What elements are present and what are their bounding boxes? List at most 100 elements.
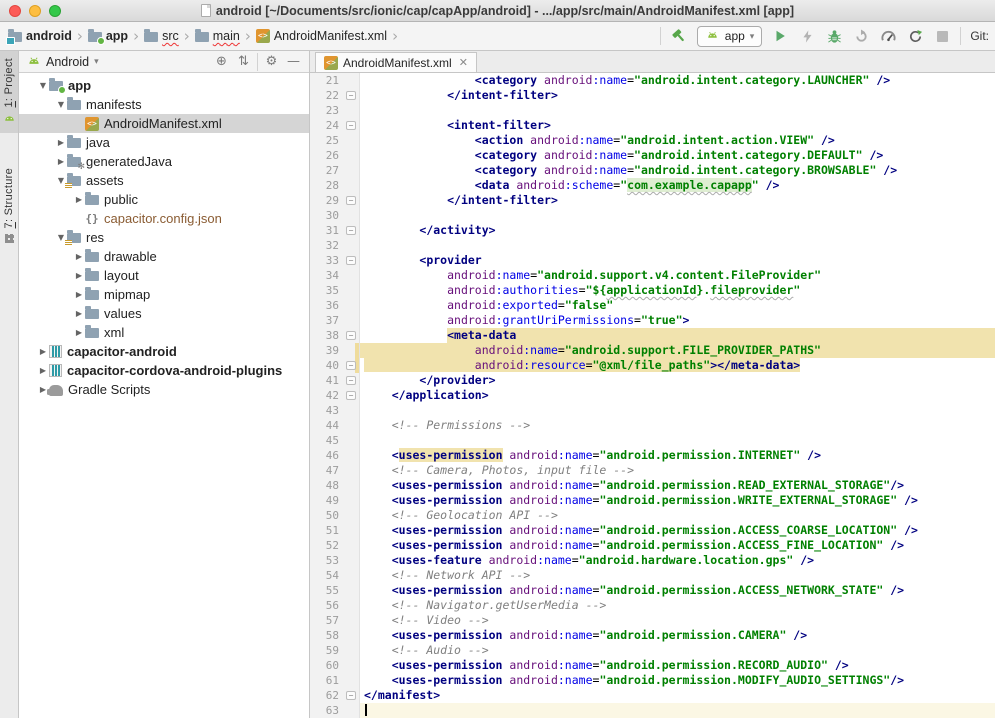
code-text[interactable]: <!-- Navigator.getUserMedia --> (360, 598, 995, 613)
code-line-52[interactable]: 52 <uses-permission android:name="androi… (310, 538, 995, 553)
code-text[interactable]: </provider> (360, 373, 995, 388)
tree-item-manifests[interactable]: ▼manifests (19, 95, 309, 114)
code-line-34[interactable]: 34 android:name="android.support.v4.cont… (310, 268, 995, 283)
code-text[interactable]: <!-- Audio --> (360, 643, 995, 658)
expand-arrow-icon[interactable]: ▶ (73, 309, 85, 318)
fold-marker-icon[interactable]: − (346, 391, 356, 400)
code-text[interactable] (360, 103, 995, 118)
editor-tab-androidmanifest[interactable]: <> AndroidManifest.xml ✕ (315, 52, 477, 72)
code-line-35[interactable]: 35 android:authorities="${applicationId}… (310, 283, 995, 298)
code-line-23[interactable]: 23 (310, 103, 995, 118)
close-button[interactable] (9, 5, 21, 17)
code-text[interactable]: android:exported="false" (360, 298, 995, 313)
code-text[interactable]: android:name="android.support.v4.content… (360, 268, 995, 283)
run-configuration-select[interactable]: app ▾ (697, 26, 763, 47)
expand-arrow-icon[interactable]: ▶ (73, 271, 85, 280)
tree-item-assets[interactable]: ▼assets (19, 171, 309, 190)
project-view-selector[interactable]: Android (46, 55, 89, 69)
code-line-61[interactable]: 61 <uses-permission android:name="androi… (310, 673, 995, 688)
fold-marker-icon[interactable]: − (346, 91, 356, 100)
code-line-58[interactable]: 58 <uses-permission android:name="androi… (310, 628, 995, 643)
code-line-38[interactable]: 38− <meta-data (310, 328, 995, 343)
code-text[interactable]: <!-- Geolocation API --> (360, 508, 995, 523)
tree-item-app[interactable]: ▼app (19, 76, 309, 95)
close-tab-icon[interactable]: ✕ (459, 56, 468, 69)
code-text[interactable] (360, 703, 995, 718)
code-text[interactable]: </intent-filter> (360, 193, 995, 208)
expand-arrow-icon[interactable]: ▶ (73, 195, 85, 204)
profiler-gauge-icon[interactable] (879, 27, 897, 45)
breadcrumb-src[interactable]: src (142, 29, 181, 43)
code-text[interactable]: <uses-feature android:name="android.hard… (360, 553, 995, 568)
tree-item-capacitor-config-json[interactable]: {}capacitor.config.json (19, 209, 309, 228)
code-line-45[interactable]: 45 (310, 433, 995, 448)
stop-button[interactable] (933, 27, 951, 45)
code-text[interactable]: <category android:name="android.intent.c… (360, 163, 995, 178)
build-hammer-icon[interactable] (670, 27, 688, 45)
code-line-41[interactable]: 41− </provider> (310, 373, 995, 388)
fold-marker-icon[interactable]: − (346, 256, 356, 265)
expand-arrow-icon[interactable]: ▶ (73, 290, 85, 299)
fold-marker-icon[interactable]: − (346, 121, 356, 130)
code-text[interactable]: <uses-permission android:name="android.p… (360, 538, 995, 553)
locate-file-icon[interactable]: ⊕ (213, 54, 230, 69)
expand-arrow-icon[interactable]: ▶ (37, 366, 49, 375)
code-line-43[interactable]: 43 (310, 403, 995, 418)
code-line-39[interactable]: 39 android:name="android.support.FILE_PR… (310, 343, 995, 358)
code-text[interactable]: <uses-permission android:name="android.p… (360, 658, 995, 673)
collapse-all-icon[interactable]: ⇅ (235, 54, 252, 69)
code-line-56[interactable]: 56 <!-- Navigator.getUserMedia --> (310, 598, 995, 613)
breadcrumb-android[interactable]: android (6, 29, 74, 43)
fold-marker-icon[interactable]: − (346, 691, 356, 700)
code-editor[interactable]: 21 <category android:name="android.inten… (310, 73, 995, 718)
code-line-49[interactable]: 49 <uses-permission android:name="androi… (310, 493, 995, 508)
code-line-27[interactable]: 27 <category android:name="android.inten… (310, 163, 995, 178)
expand-arrow-icon[interactable]: ▼ (37, 81, 49, 90)
code-text[interactable]: <uses-permission android:name="android.p… (360, 448, 995, 463)
breadcrumb-app[interactable]: app (86, 29, 130, 43)
debug-bug-icon[interactable] (825, 27, 843, 45)
code-line-57[interactable]: 57 <!-- Video --> (310, 613, 995, 628)
code-text[interactable]: <uses-permission android:name="android.p… (360, 478, 995, 493)
code-line-54[interactable]: 54 <!-- Network API --> (310, 568, 995, 583)
code-line-30[interactable]: 30 (310, 208, 995, 223)
tree-item-java[interactable]: ▶java (19, 133, 309, 152)
code-text[interactable]: </intent-filter> (360, 88, 995, 103)
code-line-47[interactable]: 47 <!-- Camera, Photos, input file --> (310, 463, 995, 478)
tree-item-generatedjava[interactable]: ▶generatedJava (19, 152, 309, 171)
code-text[interactable]: android:resource="@xml/file_paths"></met… (360, 358, 995, 373)
code-text[interactable]: <uses-permission android:name="android.p… (360, 628, 995, 643)
code-text[interactable] (360, 403, 995, 418)
code-text[interactable]: android:grantUriPermissions="true"> (360, 313, 995, 328)
breadcrumb-main[interactable]: main (193, 29, 242, 43)
code-text[interactable]: <!-- Permissions --> (360, 418, 995, 433)
code-line-36[interactable]: 36 android:exported="false" (310, 298, 995, 313)
code-text[interactable]: <!-- Camera, Photos, input file --> (360, 463, 995, 478)
code-text[interactable]: android:name="android.support.FILE_PROVI… (360, 343, 995, 358)
tree-item-drawable[interactable]: ▶drawable (19, 247, 309, 266)
apply-changes-icon[interactable] (798, 27, 816, 45)
code-line-33[interactable]: 33− <provider (310, 253, 995, 268)
code-text[interactable]: </manifest> (360, 688, 995, 703)
code-text[interactable]: <intent-filter> (360, 118, 995, 133)
code-line-53[interactable]: 53 <uses-feature android:name="android.h… (310, 553, 995, 568)
tree-item-res[interactable]: ▼res (19, 228, 309, 247)
tree-item-capacitor-cordova-android-plugins[interactable]: ▶capacitor-cordova-android-plugins (19, 361, 309, 380)
code-text[interactable]: <uses-permission android:name="android.p… (360, 673, 995, 688)
code-line-22[interactable]: 22− </intent-filter> (310, 88, 995, 103)
expand-arrow-icon[interactable]: ▶ (55, 138, 67, 147)
code-text[interactable] (360, 433, 995, 448)
code-text[interactable]: <action android:name="android.intent.act… (360, 133, 995, 148)
code-text[interactable]: <meta-data (360, 328, 995, 343)
git-label[interactable]: Git: (970, 29, 989, 43)
tool-window-tab-1-project[interactable]: 1: Project (0, 51, 18, 133)
code-line-31[interactable]: 31− </activity> (310, 223, 995, 238)
code-line-24[interactable]: 24− <intent-filter> (310, 118, 995, 133)
code-line-21[interactable]: 21 <category android:name="android.inten… (310, 73, 995, 88)
hide-panel-icon[interactable]: — (285, 54, 302, 69)
code-line-32[interactable]: 32 (310, 238, 995, 253)
fold-marker-icon[interactable]: − (346, 226, 356, 235)
tool-window-tab-7-structure[interactable]: 7: Structure (0, 161, 18, 251)
code-text[interactable]: <category android:name="android.intent.c… (360, 73, 995, 88)
tree-item-values[interactable]: ▶values (19, 304, 309, 323)
